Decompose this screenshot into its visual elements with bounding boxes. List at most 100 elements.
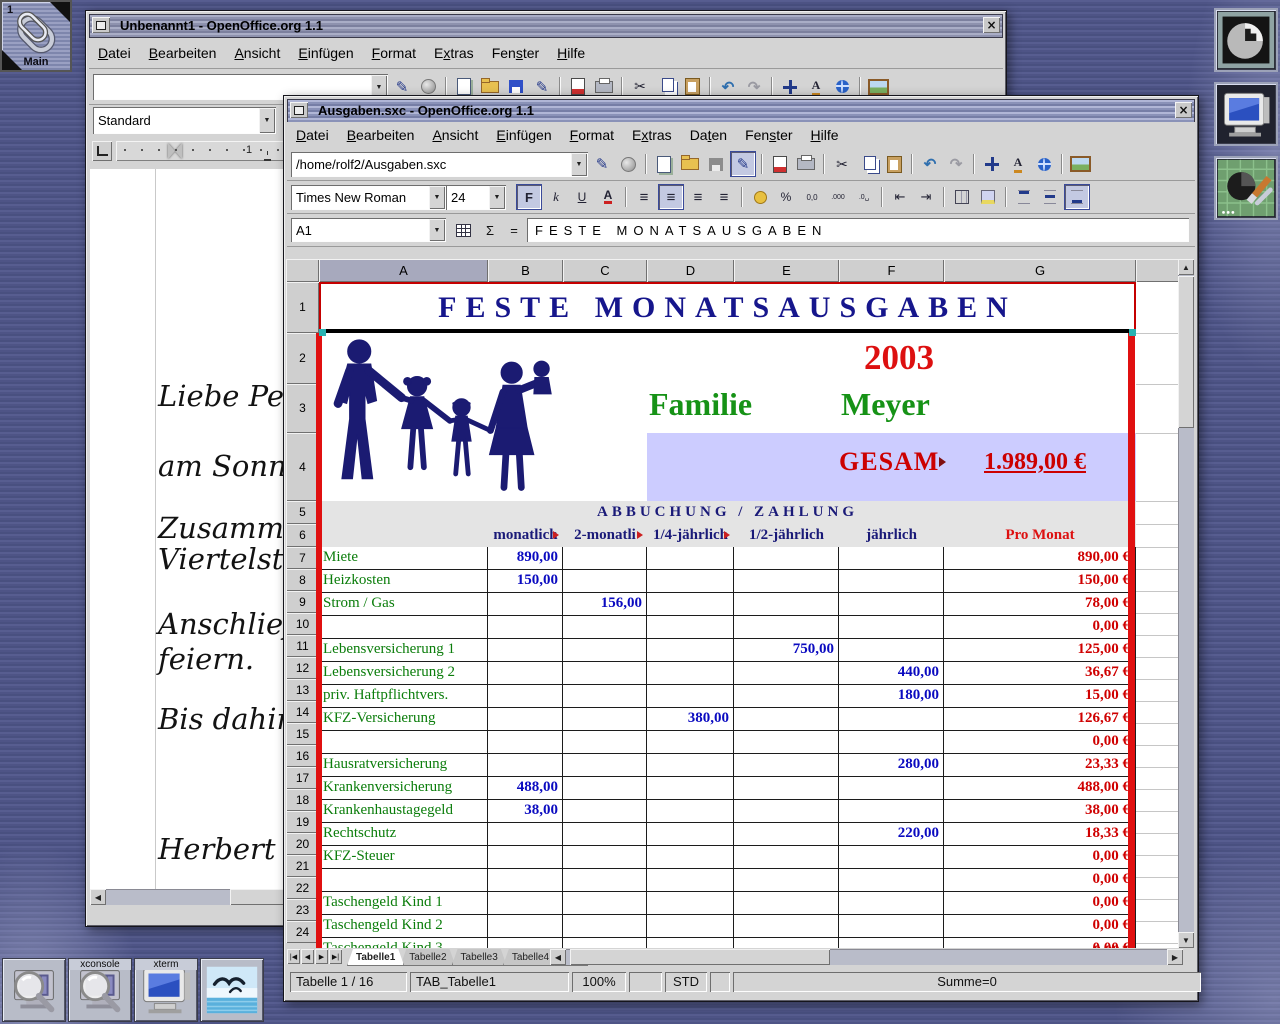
cell-G14[interactable]: 126,67 € xyxy=(944,708,1136,730)
font-color-icon[interactable]: A xyxy=(596,185,620,209)
menu-fenster[interactable]: Fenster xyxy=(736,124,801,146)
task-tile[interactable] xyxy=(200,958,264,1022)
family-name[interactable]: Meyer xyxy=(841,386,930,423)
scroll-up-icon[interactable]: ▲ xyxy=(1178,259,1194,275)
first-sheet-button[interactable] xyxy=(287,949,300,964)
section-header[interactable]: ABBUCHUNG / ZAHLUNG xyxy=(319,501,1136,524)
cell-C17[interactable] xyxy=(563,777,647,799)
family-silhouette-image[interactable] xyxy=(325,336,625,500)
column-header-D[interactable]: D xyxy=(647,259,734,282)
align-bottom-icon[interactable] xyxy=(1064,184,1090,210)
cell-A16[interactable]: Hausratversicherung xyxy=(319,754,488,776)
dock-tile-gnustep[interactable] xyxy=(1214,8,1278,72)
menu-format[interactable]: Format xyxy=(561,124,623,146)
calc-window[interactable]: Ausgaben.sxc - OpenOffice.org 1.1 × Date… xyxy=(283,95,1199,1002)
clip-arrow-icon[interactable] xyxy=(50,2,70,22)
cell-B9[interactable] xyxy=(488,593,563,615)
row-header-13[interactable]: 13 xyxy=(286,679,319,701)
row-header-14[interactable]: 14 xyxy=(286,701,319,723)
cell-F9[interactable] xyxy=(839,593,944,615)
cell-C10[interactable] xyxy=(563,616,647,638)
decrease-indent-icon[interactable] xyxy=(888,185,912,209)
italic-icon[interactable]: k xyxy=(544,185,568,209)
cell-C13[interactable] xyxy=(563,685,647,707)
cell-D23[interactable] xyxy=(647,915,734,937)
row-header-20[interactable]: 20 xyxy=(286,833,319,855)
gallery-icon[interactable] xyxy=(1068,152,1092,176)
close-button[interactable]: × xyxy=(983,17,1000,33)
cell-D22[interactable] xyxy=(647,892,734,914)
menu-fenster[interactable]: Fenster xyxy=(483,42,548,64)
cell-D9[interactable] xyxy=(647,593,734,615)
cell-B21[interactable] xyxy=(488,869,563,891)
cell-B15[interactable] xyxy=(488,731,563,753)
menu-datei[interactable]: Datei xyxy=(89,42,140,64)
row-header-21[interactable]: 21 xyxy=(286,855,319,877)
align-left-icon[interactable] xyxy=(632,185,656,209)
paragraph-style-select[interactable]: Standard ▼ xyxy=(93,107,276,134)
cell-F20[interactable] xyxy=(839,846,944,868)
document-url-field[interactable]: /home/rolf2/Ausgaben.sxc ▼ xyxy=(291,152,588,177)
chevron-down-icon[interactable]: ▼ xyxy=(259,108,275,133)
sheet-tab-tabelle2[interactable]: Tabelle2 xyxy=(400,949,455,966)
cell-E13[interactable] xyxy=(734,685,839,707)
clip-arrow-icon[interactable] xyxy=(2,50,22,70)
cell-C14[interactable] xyxy=(563,708,647,730)
cell-F15[interactable] xyxy=(839,731,944,753)
scroll-right-icon[interactable]: ▶ xyxy=(1167,949,1183,965)
cell-A18[interactable]: Krankenhaustagegeld xyxy=(319,800,488,822)
scroll-left-icon[interactable]: ◀ xyxy=(90,889,106,905)
zoom-status[interactable]: 100% xyxy=(572,972,626,992)
cell-E9[interactable] xyxy=(734,593,839,615)
cut-icon[interactable] xyxy=(830,152,854,176)
chevron-down-icon[interactable]: ▼ xyxy=(429,186,445,209)
cell-F16[interactable]: 280,00 xyxy=(839,754,944,776)
cell-G21[interactable]: 0,00 € xyxy=(944,869,1136,891)
grid-filler-column[interactable] xyxy=(1136,282,1179,948)
cell-D11[interactable] xyxy=(647,639,734,661)
cell-C18[interactable] xyxy=(563,800,647,822)
cell-C20[interactable] xyxy=(563,846,647,868)
cell-A23[interactable]: Taschengeld Kind 2 xyxy=(319,915,488,937)
total-label[interactable]: GESAM xyxy=(839,447,939,477)
cell-D21[interactable] xyxy=(647,869,734,891)
cell-D20[interactable] xyxy=(647,846,734,868)
chevron-down-icon[interactable]: ▼ xyxy=(571,153,587,176)
writer-titlebar[interactable]: Unbenannt1 - OpenOffice.org 1.1 × xyxy=(89,14,1003,38)
cell-F21[interactable] xyxy=(839,869,944,891)
cell-A12[interactable]: Lebensversicherung 2 xyxy=(319,662,488,684)
stylist-icon[interactable] xyxy=(1006,152,1030,176)
row-header-1[interactable]: 1 xyxy=(286,282,319,333)
add-decimal-icon[interactable] xyxy=(826,185,850,209)
row-header-18[interactable]: 18 xyxy=(286,789,319,811)
cell-D8[interactable] xyxy=(647,570,734,592)
cell-B13[interactable] xyxy=(488,685,563,707)
menu-ansicht[interactable]: Ansicht xyxy=(423,124,487,146)
borders-icon[interactable] xyxy=(950,185,974,209)
copy-icon[interactable] xyxy=(856,152,880,176)
insert-mode-status[interactable] xyxy=(629,972,662,992)
open-file-icon[interactable] xyxy=(678,152,702,176)
task-tile-xconsole[interactable]: xconsole xyxy=(68,958,132,1022)
total-value[interactable]: 1.989,00 € xyxy=(984,449,1086,476)
cell-F13[interactable]: 180,00 xyxy=(839,685,944,707)
select-all-corner[interactable] xyxy=(286,259,319,282)
cell-B20[interactable] xyxy=(488,846,563,868)
sheet-tab-tabelle1[interactable]: Tabelle1 xyxy=(347,949,404,966)
cell-A9[interactable]: Strom / Gas xyxy=(319,593,488,615)
save-document-icon[interactable] xyxy=(704,152,728,176)
cell-E17[interactable] xyxy=(734,777,839,799)
menu-extras[interactable]: Extras xyxy=(425,42,483,64)
scroll-down-icon[interactable]: ▼ xyxy=(1178,932,1194,948)
family-label[interactable]: Familie xyxy=(649,386,752,423)
row-header-22[interactable]: 22 xyxy=(286,877,319,899)
cell-E22[interactable] xyxy=(734,892,839,914)
scrollbar-thumb[interactable] xyxy=(1178,276,1194,428)
cell-G8[interactable]: 150,00 € xyxy=(944,570,1136,592)
cell-C15[interactable] xyxy=(563,731,647,753)
cell-F7[interactable] xyxy=(839,547,944,569)
cell-E21[interactable] xyxy=(734,869,839,891)
cell-G11[interactable]: 125,00 € xyxy=(944,639,1136,661)
sum-button[interactable]: Σ xyxy=(479,220,501,240)
cell-G15[interactable]: 0,00 € xyxy=(944,731,1136,753)
